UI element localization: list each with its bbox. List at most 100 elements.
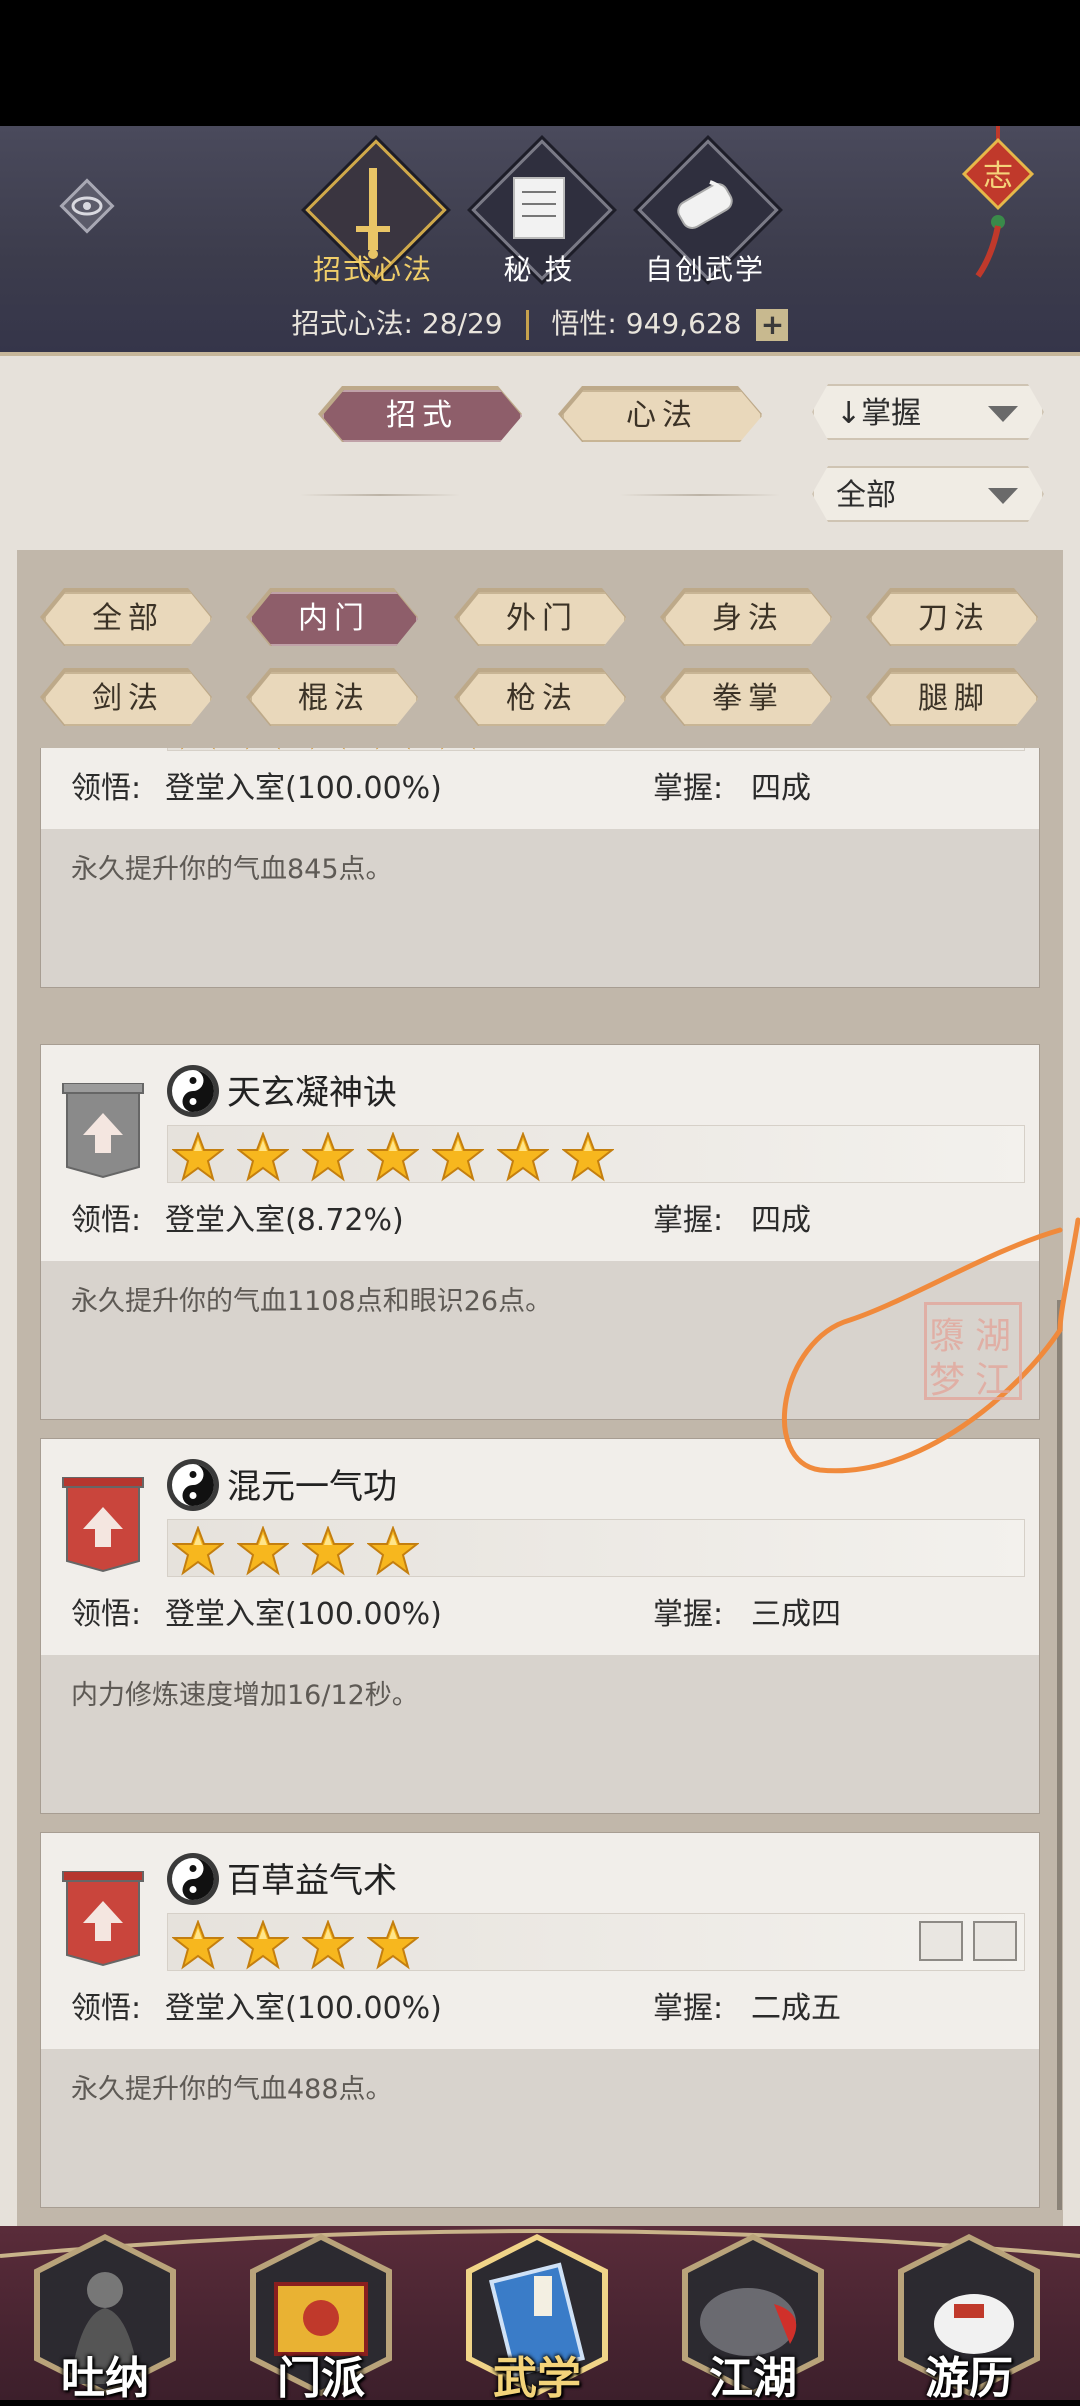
chevron-down-icon xyxy=(988,406,1018,422)
filter-pill[interactable]: 刀法 xyxy=(870,592,1038,646)
status-bar xyxy=(0,0,1080,126)
annotation-circle xyxy=(781,1217,1080,1474)
seal-stamp: 湖 隳 江 梦 xyxy=(924,1302,1022,1401)
star-icon xyxy=(301,1131,355,1186)
comprehension-label: 领悟: xyxy=(71,1991,142,2026)
star-rating xyxy=(167,1913,1025,1971)
nav-item[interactable]: 游历 xyxy=(894,2234,1044,2404)
yin-yang-icon xyxy=(167,1459,219,1511)
comprehension-label: 领悟: xyxy=(71,1203,142,1238)
star-icon xyxy=(561,1131,615,1186)
star-rating xyxy=(167,1519,1025,1577)
star-rating xyxy=(167,1125,1025,1183)
insight-label: 悟性: xyxy=(551,307,617,340)
yin-yang-icon xyxy=(167,1853,219,1905)
star-icon xyxy=(236,1919,290,1974)
star-rating xyxy=(167,748,1025,751)
tab-label-moves-mind[interactable]: 招式心法 xyxy=(288,248,458,288)
skill-name: 混元一气功 xyxy=(227,1467,397,1507)
leaf-skill-icon[interactable] xyxy=(919,1921,963,1961)
skill-description: 内力修炼速度增加16/12秒。 xyxy=(71,1680,419,1711)
mastery-label: 掌握: xyxy=(653,1991,724,2026)
sort-dropdown-value: ↓掌握 xyxy=(836,396,922,431)
moves-count-value: 28/29 xyxy=(421,307,503,340)
filter-pill[interactable]: 棍法 xyxy=(250,672,418,726)
filter-pill[interactable]: 剑法 xyxy=(44,672,212,726)
moves-count-label: 招式心法: xyxy=(291,307,413,340)
star-icon xyxy=(237,748,289,754)
nav-label: 武学 xyxy=(493,2353,581,2404)
comprehension-value: 登堂入室(100.00%) xyxy=(165,1991,442,2026)
category-dropdown[interactable]: 全部 xyxy=(812,466,1044,522)
skill-card[interactable]: 领悟: 登堂入室(100.00%) 掌握: 四成 永久提升你的气血845点。 xyxy=(40,748,1040,988)
toggle-mind-button[interactable]: 心法 xyxy=(562,390,762,442)
skill-description-area: 永久提升你的气血488点。 xyxy=(41,2049,1039,2207)
add-insight-button[interactable]: + xyxy=(756,309,789,341)
comprehension-value: 登堂入室(100.00%) xyxy=(165,1597,442,1632)
eye-toggle-button[interactable] xyxy=(55,174,119,238)
feather-skill-icon[interactable] xyxy=(973,1921,1017,1961)
comprehension-label: 领悟: xyxy=(71,1597,142,1632)
filter-pill[interactable]: 全部 xyxy=(44,592,212,646)
star-icon xyxy=(301,1525,355,1580)
star-icon xyxy=(301,1919,355,1974)
star-icon xyxy=(366,1131,420,1186)
mastery-label: 掌握: xyxy=(653,1597,724,1632)
sort-dropdown[interactable]: ↓掌握 xyxy=(812,384,1044,440)
mastery-value: 四成 xyxy=(751,771,811,806)
skill-description: 永久提升你的气血488点。 xyxy=(71,2074,393,2105)
tab-label-secret-skills[interactable]: 秘 技 xyxy=(454,248,624,288)
filter-pill[interactable]: 拳掌 xyxy=(664,672,832,726)
star-icon xyxy=(236,1525,290,1580)
star-icon xyxy=(366,1525,420,1580)
divider xyxy=(620,494,780,496)
skill-description: 永久提升你的气血845点。 xyxy=(71,854,393,885)
nav-item[interactable]: 江湖 xyxy=(678,2234,828,2404)
chinese-knot-icon[interactable]: 志 xyxy=(958,126,1038,286)
knot-char: 志 xyxy=(983,159,1013,194)
divider xyxy=(300,494,460,496)
mastery-label: 掌握: xyxy=(653,771,724,806)
skill-name: 百草益气术 xyxy=(227,1861,397,1901)
star-icon xyxy=(302,748,354,754)
star-icon xyxy=(367,748,419,754)
insight-value: 949,628 xyxy=(625,307,742,340)
tab-label-self-created[interactable]: 自创武学 xyxy=(620,248,790,288)
star-icon xyxy=(171,1919,225,1974)
category-dropdown-value: 全部 xyxy=(836,478,896,513)
rank-badge-icon xyxy=(62,1477,144,1573)
nav-label: 游历 xyxy=(925,2353,1013,2404)
mastery-value: 三成四 xyxy=(751,1597,841,1632)
skill-description-area: 内力修炼速度增加16/12秒。 xyxy=(41,1655,1039,1813)
mastery-label: 掌握: xyxy=(653,1203,724,1238)
nav-label: 门派 xyxy=(277,2353,365,2404)
filter-pill[interactable]: 内门 xyxy=(250,592,418,646)
star-icon xyxy=(171,1525,225,1580)
star-icon xyxy=(171,1131,225,1186)
filter-pill[interactable]: 身法 xyxy=(664,592,832,646)
filter-pill[interactable]: 枪法 xyxy=(458,672,626,726)
star-icon xyxy=(431,1131,485,1186)
star-icon xyxy=(496,1131,550,1186)
header: 招式心法 秘 技 自创武学 招式心法: 28/29 悟性: 949,628 + … xyxy=(0,126,1080,356)
rank-badge-icon xyxy=(62,1083,144,1179)
filter-pill[interactable]: 腿脚 xyxy=(870,672,1038,726)
skill-card[interactable]: 百草益气术领悟: 登堂入室(100.00%) 掌握: 二成五 永久提升你的气血488点… xyxy=(40,1832,1040,2208)
chevron-down-icon xyxy=(988,488,1018,504)
yin-yang-icon xyxy=(167,1065,219,1117)
star-icon xyxy=(172,748,224,754)
mastery-value: 二成五 xyxy=(751,1991,841,2026)
eye-icon xyxy=(59,178,115,234)
comprehension-value: 登堂入室(8.72%) xyxy=(165,1203,404,1238)
nav-label: 江湖 xyxy=(709,2353,797,2404)
nav-item[interactable]: 吐纳 xyxy=(30,2234,180,2404)
nav-item[interactable]: 武学 xyxy=(462,2234,612,2404)
comprehension-label: 领悟: xyxy=(71,771,142,806)
stats-line: 招式心法: 28/29 悟性: 949,628 + xyxy=(0,302,1080,342)
toggle-moves-button[interactable]: 招式 xyxy=(322,390,522,442)
nav-item[interactable]: 门派 xyxy=(246,2234,396,2404)
filter-pill[interactable]: 外门 xyxy=(458,592,626,646)
nav-label: 吐纳 xyxy=(61,2353,149,2404)
skill-description: 永久提升你的气血1108点和眼识26点。 xyxy=(71,1286,553,1317)
rank-badge-icon xyxy=(62,1871,144,1967)
